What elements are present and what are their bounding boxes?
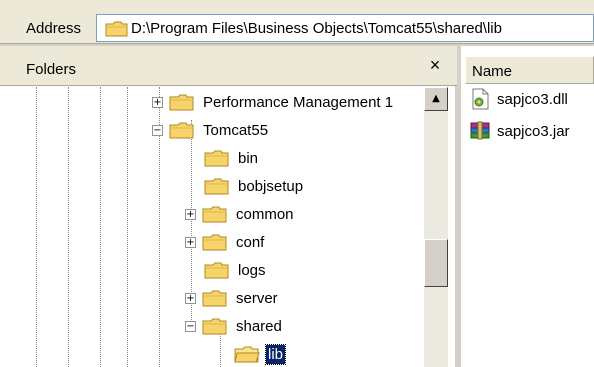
folder-icon (204, 260, 230, 280)
tree-node-label: shared (236, 317, 282, 335)
tree-node-lib[interactable]: lib (234, 341, 287, 367)
close-folders-button[interactable]: × (424, 54, 446, 76)
files-header: Name (461, 46, 594, 86)
tree-node-common[interactable]: + common (185, 201, 296, 227)
scroll-up-arrow-icon[interactable]: ▲ (424, 87, 448, 111)
tree-guide-line (36, 87, 37, 367)
tree-guide-line (68, 87, 69, 367)
tree-node-label: bobjsetup (238, 177, 304, 195)
tree-node-bin[interactable]: bin (204, 145, 260, 171)
address-bar: Address D:\Program Files\Business Object… (0, 0, 594, 44)
open-folder-icon (169, 120, 195, 140)
tree-node-label: server (236, 289, 278, 307)
tree-node-tomcat55[interactable]: − Tomcat55 (152, 117, 270, 143)
folder-icon (202, 288, 228, 308)
tree-node-label: Performance Management 1 (203, 93, 394, 111)
tree-node-label: logs (238, 261, 266, 279)
folder-icon (105, 20, 129, 42)
tree-node-label: bin (238, 149, 259, 167)
tree-node-label: common (236, 205, 294, 223)
files-pane: Name sapjco3.dll sapjco3.jar (461, 46, 594, 367)
expand-plus-icon[interactable]: + (152, 96, 163, 108)
file-row-sapjco3-dll[interactable]: sapjco3.dll (469, 86, 570, 112)
collapse-minus-icon[interactable]: − (152, 124, 163, 136)
dll-file-icon (469, 88, 491, 110)
expand-plus-icon[interactable]: + (185, 292, 196, 304)
tree-node-shared[interactable]: − shared (185, 313, 284, 339)
file-name: sapjco3.dll (497, 90, 568, 108)
folders-pane: Folders × + Performance Management 1 − T… (0, 46, 457, 367)
file-row-sapjco3-jar[interactable]: sapjco3.jar (469, 118, 572, 144)
address-label: Address (26, 20, 82, 37)
tree-guide-line (127, 87, 128, 367)
tree-node-label-selected: lib (264, 343, 287, 365)
folders-title: Folders (26, 61, 77, 78)
folder-icon (169, 92, 195, 112)
tree-node-logs[interactable]: logs (204, 257, 268, 283)
expand-plus-icon[interactable]: + (185, 236, 196, 248)
tree-guide-line (100, 87, 101, 367)
open-folder-icon (202, 316, 228, 336)
expand-plus-icon[interactable]: + (185, 208, 196, 220)
folder-tree: + Performance Management 1 − Tomcat55 bi… (0, 87, 424, 367)
folders-header: Folders × (0, 46, 457, 86)
tree-node-label: conf (236, 233, 265, 251)
tree-node-bobjsetup[interactable]: bobjsetup (204, 173, 305, 199)
open-folder-icon (234, 344, 260, 364)
file-name: sapjco3.jar (497, 122, 570, 140)
tree-node-label: Tomcat55 (203, 121, 269, 139)
tree-node-performance-management[interactable]: + Performance Management 1 (152, 89, 395, 115)
tree-node-conf[interactable]: + conf (185, 229, 266, 255)
address-path: D:\Program Files\Business Objects\Tomcat… (131, 20, 502, 37)
name-column-header[interactable]: Name (465, 56, 594, 84)
folders-scrollbar[interactable]: ▲ (424, 87, 448, 367)
scroll-thumb[interactable] (424, 239, 448, 287)
folder-icon (204, 176, 230, 196)
collapse-minus-icon[interactable]: − (185, 320, 196, 332)
tree-node-server[interactable]: + server (185, 285, 280, 311)
address-field[interactable]: D:\Program Files\Business Objects\Tomcat… (96, 14, 594, 42)
folder-icon (202, 204, 228, 224)
folder-icon (204, 148, 230, 168)
folder-icon (202, 232, 228, 252)
archive-jar-icon (469, 120, 491, 142)
